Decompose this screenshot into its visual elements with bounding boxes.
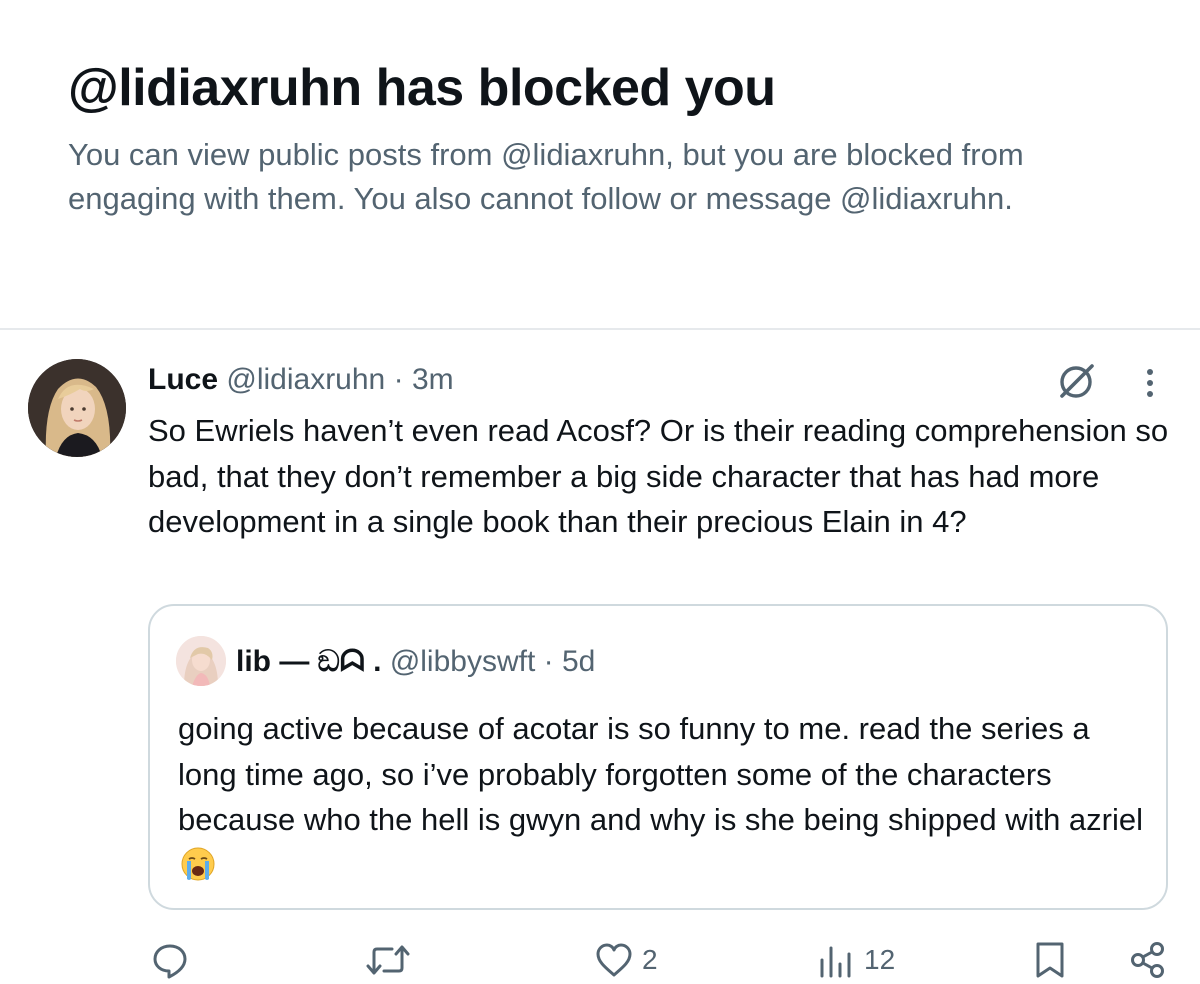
quoted-text: going active because of acotar is so fun… xyxy=(178,711,1144,837)
views-icon xyxy=(816,940,856,980)
blocked-title: @lidiaxruhn has blocked you xyxy=(68,59,776,117)
grok-icon[interactable] xyxy=(1054,362,1100,402)
reply-icon xyxy=(150,940,190,980)
action-bar: 2 12 xyxy=(0,930,1200,984)
quoted-author-handle[interactable]: @libbyswft xyxy=(390,645,536,678)
quoted-post[interactable]: lib — ඞᗣ . @libbyswft · 5d going active … xyxy=(148,604,1168,910)
views-count: 12 xyxy=(864,944,896,975)
bookmark-button[interactable] xyxy=(1030,940,1070,980)
post-time[interactable]: 3m xyxy=(412,363,454,396)
separator-dot: · xyxy=(393,363,404,396)
divider xyxy=(0,328,1200,330)
repost-button[interactable] xyxy=(366,940,418,980)
blocked-description: You can view public posts from @lidiaxru… xyxy=(68,137,1024,216)
quoted-time: 5d xyxy=(562,645,596,678)
repost-icon xyxy=(366,940,410,980)
quoted-avatar xyxy=(176,636,226,686)
author-name[interactable]: Luce xyxy=(148,363,218,396)
like-count: 2 xyxy=(642,944,658,975)
quoted-header: lib — ඞᗣ . @libbyswft · 5d xyxy=(236,642,595,682)
like-button[interactable]: 2 xyxy=(594,940,658,980)
share-icon xyxy=(1128,940,1168,980)
like-icon xyxy=(594,940,634,980)
post-text: So Ewriels haven’t even read Acosf? Or i… xyxy=(148,413,1169,539)
reply-button[interactable] xyxy=(150,940,198,980)
quoted-separator-dot: · xyxy=(543,645,554,678)
author-handle[interactable]: @lidiaxruhn xyxy=(226,363,385,396)
quoted-author-name[interactable]: lib — ඞᗣ . xyxy=(236,645,381,678)
share-button[interactable] xyxy=(1128,940,1168,980)
author-avatar[interactable] xyxy=(28,359,126,457)
views-button[interactable]: 12 xyxy=(816,940,895,980)
more-dots-icon[interactable] xyxy=(1130,364,1170,404)
loudly-crying-face-icon xyxy=(180,846,216,882)
quoted-text-block: going active because of acotar is so fun… xyxy=(178,706,1148,888)
bookmark-icon xyxy=(1030,940,1070,980)
post-header: Luce @lidiaxruhn · 3m xyxy=(148,360,454,400)
